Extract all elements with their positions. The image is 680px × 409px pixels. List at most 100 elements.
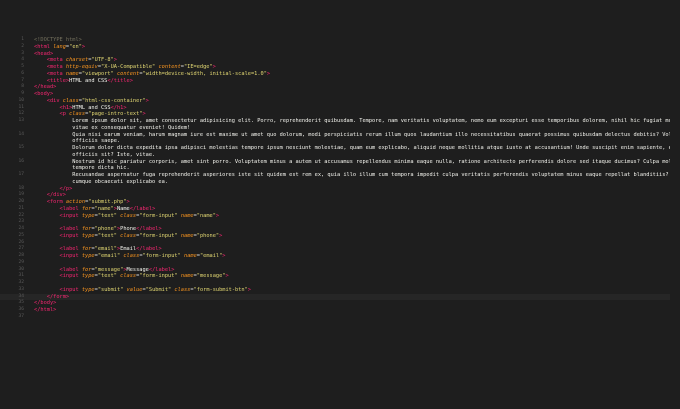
code-text[interactable]: <input type="text" class="form-input" na… xyxy=(24,213,680,220)
code-line[interactable]: 25 <input type="text" class="form-input"… xyxy=(0,233,680,240)
code-line[interactable]: 27 <label for="email">Email</label> xyxy=(0,246,680,253)
code-line[interactable]: 15 Dolorum dolor dicta expedita ipsa adi… xyxy=(0,145,680,152)
code-line[interactable]: 24 <label for="phone">Phone</label> xyxy=(0,226,680,233)
code-line[interactable]: 6 <meta name="viewport" content="width=d… xyxy=(0,71,680,78)
code-text[interactable]: <label for="email">Email</label> xyxy=(24,246,680,253)
code-line[interactable]: 32 xyxy=(0,280,680,287)
code-text[interactable]: Nostrum id hic pariatur corporis, amet s… xyxy=(24,159,680,166)
code-line[interactable]: 19 </div> xyxy=(0,192,680,199)
code-line[interactable]: cumque obcaecati explicabo ea. xyxy=(0,179,680,186)
code-line[interactable]: 21 <label for="name">Name</label> xyxy=(0,206,680,213)
code-line[interactable]: 26 xyxy=(0,240,680,247)
code-text[interactable] xyxy=(24,240,680,247)
code-line[interactable]: 3 <head> xyxy=(0,51,680,58)
code-text[interactable]: <h1>HTML and CSS</h1> xyxy=(24,105,680,112)
code-text[interactable]: </form> xyxy=(24,294,680,301)
code-text[interactable]: </p> xyxy=(24,186,680,193)
code-text[interactable]: officiis saepe. xyxy=(24,138,680,145)
code-line[interactable]: 5 <meta http-equiv="X-UA-Compatible" con… xyxy=(0,64,680,71)
code-text[interactable]: <label for="name">Name</label> xyxy=(24,206,680,213)
code-text[interactable]: <!DOCTYPE html> xyxy=(24,37,680,44)
attribute-name-token: class xyxy=(120,273,137,280)
text-content-token: cumque obcaecati explicabo ea. xyxy=(72,178,168,185)
line-number: 9 xyxy=(21,91,24,96)
code-line[interactable]: tempore dicta hic. xyxy=(0,165,680,172)
html-tag-token: > xyxy=(145,97,149,104)
attribute-value-token: "X-UA-Compatible" xyxy=(101,64,156,70)
code-editor[interactable]: 1 <!DOCTYPE html> 2 <html lang="en"> 3 <head>… xyxy=(0,0,680,409)
code-text[interactable]: <input type="email" class="form-input" n… xyxy=(24,253,680,260)
code-text[interactable]: <p class="page-intro-text"> xyxy=(24,111,680,118)
code-line[interactable]: officiis saepe. xyxy=(0,138,680,145)
code-line[interactable]: 30 <label for="message">Message</label> xyxy=(0,267,680,274)
html-tag-token: > xyxy=(215,212,220,219)
code-line[interactable]: 36 </html> xyxy=(0,307,680,314)
code-text[interactable]: </body> xyxy=(24,300,680,307)
code-line[interactable]: 20 <form action="submit.php"> xyxy=(0,199,680,206)
code-line[interactable]: 13 Lorem ipsum dolor sit, amet consectet… xyxy=(0,118,680,125)
code-text[interactable]: <form action="submit.php"> xyxy=(24,199,680,206)
code-line[interactable]: 29 xyxy=(0,260,680,267)
code-text[interactable] xyxy=(24,260,680,267)
code-text[interactable]: <meta charset="UTF-8"> xyxy=(24,57,680,64)
code-line[interactable]: 4 <meta charset="UTF-8"> xyxy=(0,57,680,64)
code-line[interactable]: 35 </body> xyxy=(0,300,680,307)
code-line[interactable]: 37 xyxy=(0,314,680,321)
attribute-name-token: name xyxy=(65,70,79,77)
text-content-token: Nostrum id hic pariatur corporis, amet s… xyxy=(72,158,680,165)
code-line[interactable]: 31 <input type="text" class="form-input"… xyxy=(0,273,680,280)
line-number: 6 xyxy=(21,70,24,76)
code-text[interactable]: officiis sit? Iste, vitae. xyxy=(24,152,680,159)
code-text[interactable]: <title>HTML and CSS</title> xyxy=(24,78,680,85)
code-line[interactable]: 8 </head> xyxy=(0,84,680,91)
code-text[interactable]: </html> xyxy=(24,307,680,314)
code-text[interactable]: <meta name="viewport" content="width=dev… xyxy=(24,71,680,78)
code-line[interactable]: 14 Quia nisi earum veniam, harum magnam … xyxy=(0,132,680,139)
code-line[interactable]: 9 <body> xyxy=(0,91,680,98)
attribute-value-token: "form-submit-btn" xyxy=(193,286,248,293)
code-text[interactable]: <html lang="en"> xyxy=(24,44,680,51)
code-text[interactable] xyxy=(24,280,680,287)
code-text[interactable]: <meta http-equiv="X-UA-Compatible" conte… xyxy=(24,64,680,71)
code-text[interactable]: Lorem ipsum dolor sit, amet consectetur … xyxy=(24,118,680,125)
code-text[interactable]: cumque obcaecati explicabo ea. xyxy=(24,179,680,186)
code-line[interactable]: 22 <input type="text" class="form-input"… xyxy=(0,213,680,220)
code-text[interactable] xyxy=(24,314,680,321)
code-text[interactable]: <input type="submit" value="Submit" clas… xyxy=(24,287,680,294)
code-line[interactable]: 2 <html lang="en"> xyxy=(0,44,680,51)
attribute-value-token: "form-input" xyxy=(139,273,178,280)
code-line[interactable]: vitae ex consequatur eveniet! Quidem! xyxy=(0,125,680,132)
code-line[interactable]: 28 <input type="email" class="form-input… xyxy=(0,253,680,260)
code-text[interactable]: </head> xyxy=(24,84,680,91)
code-text[interactable]: <label for="phone">Phone</label> xyxy=(24,226,680,233)
code-line[interactable]: 1 <!DOCTYPE html> xyxy=(0,37,680,44)
code-line[interactable]: 16 Nostrum id hic pariatur corporis, ame… xyxy=(0,159,680,166)
code-text[interactable]: <head> xyxy=(24,51,680,58)
code-line[interactable]: 12 <p class="page-intro-text"> xyxy=(0,111,680,118)
scrollbar[interactable] xyxy=(670,34,680,374)
code-text[interactable]: <body> xyxy=(24,91,680,98)
attribute-name-token: class xyxy=(123,253,140,259)
code-line[interactable]: 33 <input type="submit" value="Submit" c… xyxy=(0,287,680,294)
code-line[interactable]: 7 <title>HTML and CSS</title> xyxy=(0,78,680,85)
code-line[interactable]: 23 xyxy=(0,219,680,226)
code-text[interactable]: Quia nisi earum veniam, harum magnam iur… xyxy=(24,132,680,139)
code-line[interactable]: 10 <div class="html-css-container"> xyxy=(0,98,680,105)
code-text[interactable]: Dolorum dolor dicta expedita ipsa adipis… xyxy=(24,145,680,152)
code-text[interactable]: <label for="message">Message</label> xyxy=(24,267,680,274)
code-text[interactable]: <input type="text" class="form-input" na… xyxy=(24,233,680,240)
code-text[interactable]: tempore dicta hic. xyxy=(24,165,680,172)
code-text[interactable]: </div> xyxy=(24,192,680,199)
code-text[interactable]: Recusandae aspernatur fuga reprehenderit… xyxy=(24,172,680,179)
code-text[interactable]: <div class="html-css-container"> xyxy=(24,98,680,105)
code-line[interactable]: 11 <h1>HTML and CSS</h1> xyxy=(0,105,680,112)
text-content-token: Phone xyxy=(120,226,137,232)
code-line[interactable]: 18 </p> xyxy=(0,186,680,193)
code-line[interactable]: 17 Recusandae aspernatur fuga reprehende… xyxy=(0,172,680,179)
code-text[interactable]: <input type="text" class="form-input" na… xyxy=(24,273,680,280)
code-line[interactable]: 34 </form> xyxy=(0,293,680,301)
code-line[interactable]: officiis sit? Iste, vitae. xyxy=(0,152,680,159)
code-lines[interactable]: 1 <!DOCTYPE html> 2 <html lang="en"> 3 <head>… xyxy=(0,37,680,321)
code-text[interactable]: vitae ex consequatur eveniet! Quidem! xyxy=(24,125,680,132)
code-text[interactable] xyxy=(24,219,680,226)
